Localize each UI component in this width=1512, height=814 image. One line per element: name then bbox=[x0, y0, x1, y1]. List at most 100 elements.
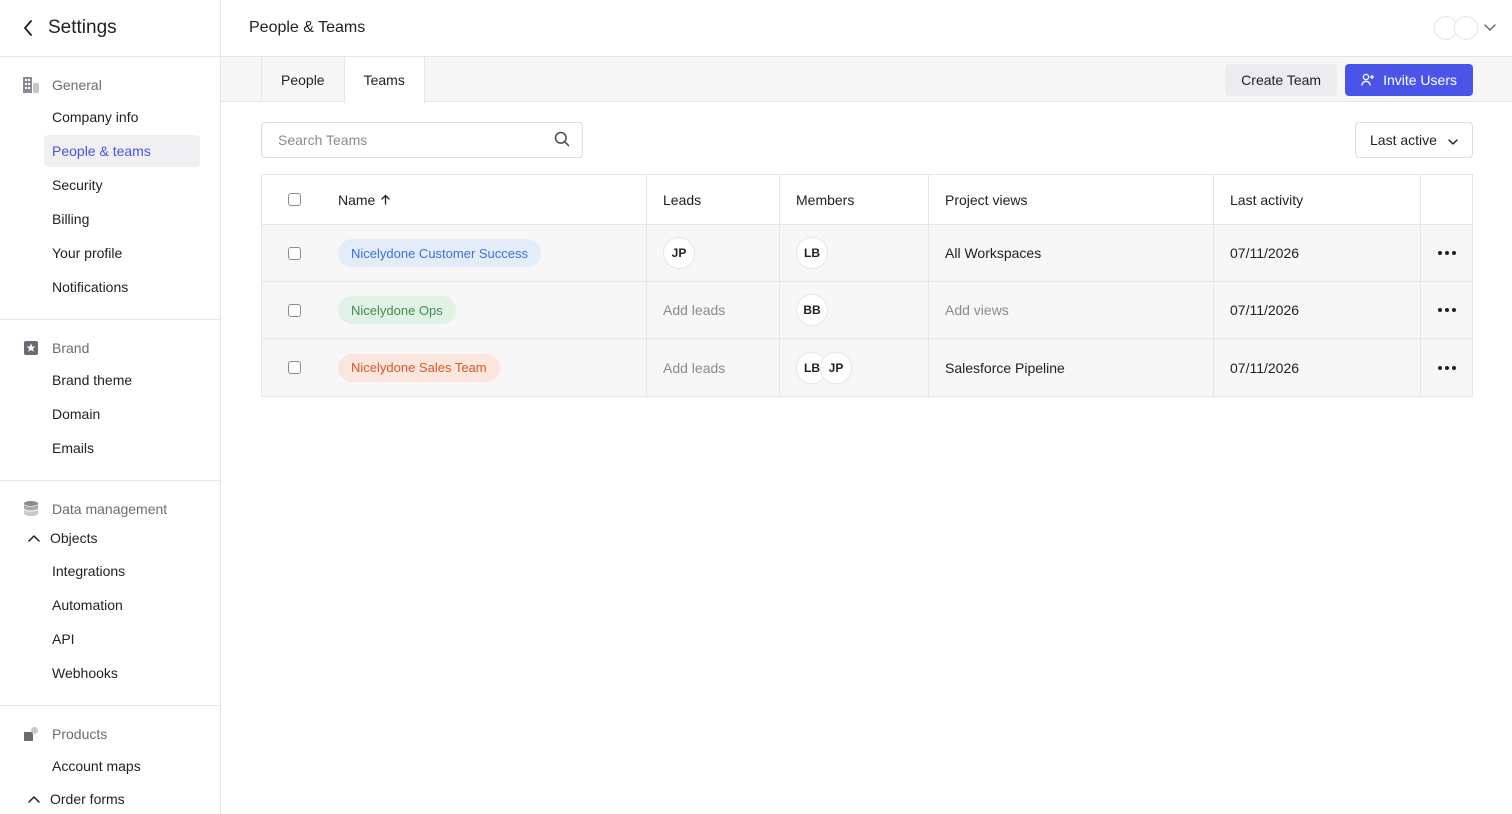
chevron-down-icon bbox=[1484, 22, 1496, 34]
invite-users-button[interactable]: Invite Users bbox=[1345, 64, 1473, 96]
avatar: BB bbox=[796, 294, 828, 326]
team-name-pill[interactable]: Nicelydone Sales Team bbox=[338, 353, 500, 382]
row-select-cell bbox=[262, 282, 326, 338]
sidebar-item-your-profile[interactable]: Your profile bbox=[44, 237, 200, 269]
row-checkbox[interactable] bbox=[287, 246, 301, 260]
sidebar-item-emails[interactable]: Emails bbox=[44, 432, 200, 464]
project-views-cell[interactable]: Salesforce Pipeline bbox=[929, 339, 1214, 396]
tab-people[interactable]: People bbox=[261, 57, 344, 102]
last-activity-cell: 07/11/2026 bbox=[1214, 225, 1421, 281]
avatar: LB bbox=[796, 237, 828, 269]
team-name-cell: Nicelydone Customer Success bbox=[326, 225, 647, 281]
sidebar-group-label: General bbox=[52, 77, 102, 93]
sidebar-section-general: General Company info People & teams Secu… bbox=[0, 57, 220, 320]
sidebar-group-data-management: Data management bbox=[0, 495, 220, 523]
row-checkbox[interactable] bbox=[287, 361, 301, 374]
team-name-cell: Nicelydone Ops bbox=[326, 282, 647, 338]
sidebar-objects-toggle[interactable]: Objects bbox=[0, 523, 220, 553]
members-cell[interactable]: LB bbox=[780, 225, 929, 281]
add-leads-cell[interactable]: Add leads bbox=[647, 339, 780, 396]
back-arrow-icon[interactable] bbox=[20, 20, 36, 36]
sidebar-item-company-info[interactable]: Company info bbox=[44, 101, 200, 133]
leads-cell[interactable]: JP bbox=[647, 225, 780, 281]
column-header-actions bbox=[1421, 175, 1472, 224]
chevron-down-icon bbox=[1448, 132, 1458, 148]
add-leads-cell[interactable]: Add leads bbox=[647, 282, 780, 338]
arrow-up-icon bbox=[381, 194, 391, 205]
search-box bbox=[261, 122, 583, 158]
sidebar-item-api[interactable]: API bbox=[44, 623, 200, 655]
sidebar-section-products: Products Account maps Order forms bbox=[0, 706, 220, 814]
invite-users-label: Invite Users bbox=[1383, 72, 1457, 88]
more-options-icon[interactable] bbox=[1437, 365, 1456, 370]
sidebar-item-notifications[interactable]: Notifications bbox=[44, 271, 200, 303]
sidebar-item-domain[interactable]: Domain bbox=[44, 398, 200, 430]
sidebar-item-security[interactable]: Security bbox=[44, 169, 200, 201]
page-title: People & Teams bbox=[249, 19, 366, 36]
chevron-up-icon bbox=[28, 532, 40, 544]
top-bar: People & Teams bbox=[221, 0, 1512, 57]
table-row[interactable]: Nicelydone Customer Success JP LB All Wo… bbox=[262, 225, 1472, 282]
sidebar-section-brand: Brand Brand theme Domain Emails bbox=[0, 320, 220, 481]
sidebar-order-forms-label: Order forms bbox=[50, 791, 125, 807]
sidebar-group-label: Brand bbox=[52, 340, 90, 356]
row-select-cell bbox=[262, 225, 326, 281]
sidebar-group-products: Products bbox=[0, 720, 220, 748]
column-header-project-views: Project views bbox=[929, 175, 1214, 224]
avatar: JP bbox=[663, 237, 695, 269]
add-user-icon bbox=[1361, 73, 1375, 87]
column-header-leads: Leads bbox=[647, 175, 780, 224]
sort-label: Last active bbox=[1370, 132, 1437, 148]
column-header-last-activity: Last activity bbox=[1214, 175, 1421, 224]
tab-actions: Create Team Invite Users bbox=[1225, 64, 1473, 96]
table-row[interactable]: Nicelydone Sales Team Add leads LB JP Sa… bbox=[262, 339, 1472, 396]
sidebar-group-brand: Brand bbox=[0, 334, 220, 362]
table-header: Name Leads Members Project views Last ac… bbox=[262, 175, 1472, 225]
team-name-pill[interactable]: Nicelydone Customer Success bbox=[338, 239, 542, 267]
sidebar-item-webhooks[interactable]: Webhooks bbox=[44, 657, 200, 689]
project-views-cell[interactable]: All Workspaces bbox=[929, 225, 1214, 281]
row-checkbox[interactable] bbox=[287, 303, 301, 317]
sidebar-order-forms-toggle[interactable]: Order forms bbox=[0, 784, 220, 814]
sidebar-item-automation[interactable]: Automation bbox=[44, 589, 200, 621]
tab-teams[interactable]: Teams bbox=[343, 57, 425, 103]
building-icon bbox=[22, 76, 40, 94]
avatar: JP bbox=[820, 351, 852, 384]
avatar bbox=[1454, 16, 1478, 40]
sidebar-item-brand-theme[interactable]: Brand theme bbox=[44, 364, 200, 396]
more-options-icon[interactable] bbox=[1437, 251, 1456, 255]
user-menu[interactable] bbox=[1434, 16, 1496, 40]
settings-sidebar: Settings General Company info People & t… bbox=[0, 0, 221, 814]
sidebar-group-general: General bbox=[0, 71, 220, 99]
table-toolbar: Last active bbox=[261, 122, 1473, 158]
select-all-checkbox[interactable] bbox=[287, 193, 301, 206]
members-cell[interactable]: LB JP bbox=[780, 339, 929, 396]
database-icon bbox=[22, 500, 40, 518]
table-row[interactable]: Nicelydone Ops Add leads BB Add views 07… bbox=[262, 282, 1472, 339]
sidebar-title: Settings bbox=[48, 17, 117, 38]
products-icon bbox=[22, 725, 40, 743]
search-input[interactable] bbox=[278, 132, 554, 148]
members-cell[interactable]: BB bbox=[780, 282, 929, 338]
column-header-name[interactable]: Name bbox=[326, 175, 647, 224]
sidebar-item-account-maps[interactable]: Account maps bbox=[44, 750, 200, 782]
star-badge-icon bbox=[22, 339, 40, 357]
sidebar-header: Settings bbox=[0, 0, 220, 57]
add-views-cell[interactable]: Add views bbox=[929, 282, 1214, 338]
team-name-pill[interactable]: Nicelydone Ops bbox=[338, 296, 456, 324]
last-activity-cell: 07/11/2026 bbox=[1214, 282, 1421, 338]
column-header-name-label: Name bbox=[338, 191, 376, 208]
create-team-button[interactable]: Create Team bbox=[1225, 64, 1338, 96]
sort-dropdown[interactable]: Last active bbox=[1355, 122, 1473, 158]
row-select-cell bbox=[262, 339, 326, 396]
row-actions-cell bbox=[1421, 282, 1472, 338]
sidebar-group-label: Data management bbox=[52, 501, 168, 517]
more-options-icon[interactable] bbox=[1437, 308, 1456, 312]
main-content: People & Teams People Teams Create Team … bbox=[221, 0, 1512, 814]
search-icon[interactable] bbox=[554, 131, 570, 150]
sidebar-objects-label: Objects bbox=[50, 530, 98, 546]
sidebar-item-billing[interactable]: Billing bbox=[44, 203, 200, 235]
last-activity-cell: 07/11/2026 bbox=[1214, 339, 1421, 396]
sidebar-item-people-teams[interactable]: People & teams bbox=[44, 135, 200, 167]
sidebar-item-integrations[interactable]: Integrations bbox=[44, 555, 200, 587]
